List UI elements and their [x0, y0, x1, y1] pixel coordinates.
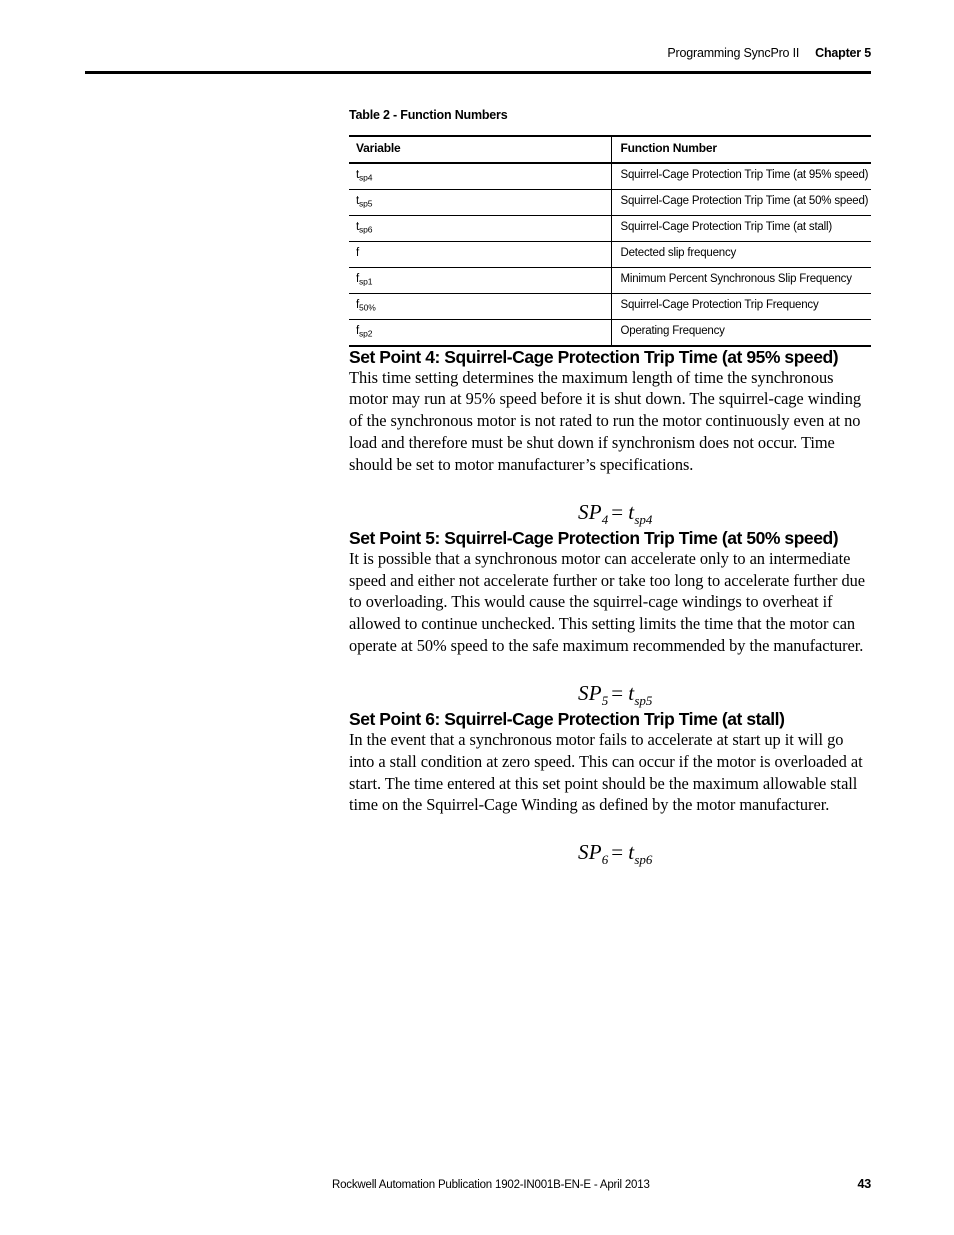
- content-column: Table 2 - Function Numbers Variable Func…: [349, 0, 871, 868]
- section-set-point-4: Set Point 4: Squirrel-Cage Protection Tr…: [349, 347, 871, 528]
- equation-rhs-subscript: sp5: [634, 692, 653, 708]
- equation-lhs: SP: [578, 840, 602, 865]
- equation-set-point-4: SP4 = tsp4: [349, 500, 871, 528]
- cell-variable: f: [349, 241, 611, 268]
- equation-set-point-5: SP5 = tsp5: [349, 681, 871, 709]
- equation-operator: =: [611, 840, 624, 865]
- equation-lhs-subscript: 5: [601, 692, 609, 708]
- cell-variable: fsp2: [349, 319, 611, 347]
- equation-set-point-6: SP6 = tsp6: [349, 840, 871, 868]
- equation-rhs-subscript: sp4: [634, 511, 653, 527]
- table-row: tsp4 Squirrel-Cage Protection Trip Time (…: [349, 162, 871, 190]
- footer-publication-text: Rockwell Automation Publication 1902-IN0…: [332, 1179, 650, 1191]
- equation-lhs-subscript: 6: [601, 852, 609, 868]
- table-header-row: Variable Function Number: [349, 134, 871, 164]
- cell-function-number: Operating Frequency: [610, 319, 871, 347]
- section-heading: Set Point 4: Squirrel-Cage Protection Tr…: [349, 346, 839, 367]
- table-body: tsp4 Squirrel-Cage Protection Trip Time (…: [349, 162, 871, 347]
- equation-lhs-subscript: 4: [601, 511, 609, 527]
- variable-subscript: sp2: [359, 328, 373, 339]
- document-page: Programming SyncPro II Chapter 5 Table 2 …: [0, 0, 954, 1235]
- variable-subscript: sp1: [359, 276, 373, 287]
- table-row: fsp1 Minimum Percent Synchronous Slip Fre…: [349, 267, 871, 294]
- variable-symbol: tsp4: [356, 168, 373, 183]
- column-header-function-number: Function Number: [610, 134, 871, 164]
- variable-symbol: fsp2: [356, 324, 373, 339]
- function-numbers-table: Variable Function Number tsp4 Squirrel-Ca…: [349, 134, 871, 347]
- variable-subscript: 50%: [359, 302, 376, 313]
- table-row: tsp6 Squirrel-Cage Protection Trip Time (…: [349, 215, 871, 242]
- cell-function-number: Minimum Percent Synchronous Slip Frequen…: [610, 267, 871, 294]
- section-body-text: In the event that a synchronous motor fa…: [349, 729, 863, 815]
- variable-symbol: tsp6: [356, 220, 373, 235]
- cell-variable: fsp1: [349, 267, 611, 294]
- table-row: tsp5 Squirrel-Cage Protection Trip Time (…: [349, 189, 871, 216]
- equation-rhs-subscript: sp6: [634, 852, 653, 868]
- section-heading: Set Point 5: Squirrel-Cage Protection Tr…: [349, 527, 839, 548]
- footer-page-number: 43: [857, 1177, 871, 1191]
- cell-variable: f50%: [349, 293, 611, 320]
- cell-function-number: Squirrel-Cage Protection Trip Time (at s…: [610, 215, 871, 242]
- table-row: fsp2 Operating Frequency: [349, 319, 871, 347]
- variable-symbol: tsp5: [356, 194, 373, 209]
- cell-variable: tsp5: [349, 189, 611, 216]
- cell-variable: tsp4: [349, 162, 611, 190]
- cell-variable: tsp6: [349, 215, 611, 242]
- cell-function-number: Squirrel-Cage Protection Trip Time (at 9…: [610, 162, 871, 190]
- column-header-variable: Variable: [349, 134, 611, 164]
- section-heading: Set Point 6: Squirrel-Cage Protection Tr…: [349, 708, 785, 729]
- table-row: f Detected slip frequency: [349, 241, 871, 268]
- cell-function-number: Squirrel-Cage Protection Trip Frequency: [610, 293, 871, 320]
- variable-symbol: fsp1: [356, 272, 373, 287]
- section-body-text: It is possible that a synchronous motor …: [349, 548, 866, 656]
- table-caption: Table 2 - Function Numbers: [349, 108, 508, 122]
- variable-symbol: f: [356, 246, 359, 259]
- table-row: f50% Squirrel-Cage Protection Trip Freque…: [349, 293, 871, 320]
- equation-lhs: SP: [578, 680, 602, 705]
- equation-lhs: SP: [578, 499, 602, 524]
- section-set-point-5: Set Point 5: Squirrel-Cage Protection Tr…: [349, 528, 871, 709]
- cell-function-number: Detected slip frequency: [610, 241, 871, 268]
- cell-function-number: Squirrel-Cage Protection Trip Time (at 5…: [610, 189, 871, 216]
- equation-operator: =: [611, 499, 624, 524]
- variable-symbol: f50%: [356, 298, 376, 313]
- page-footer: Rockwell Automation Publication 1902-IN0…: [332, 1177, 871, 1191]
- variable-subscript: sp5: [359, 198, 373, 209]
- section-body-text: This time setting determines the maximum…: [349, 367, 862, 474]
- variable-subscript: sp6: [359, 224, 373, 235]
- equation-operator: =: [611, 680, 624, 705]
- section-set-point-6: Set Point 6: Squirrel-Cage Protection Tr…: [349, 709, 871, 868]
- variable-subscript: sp4: [359, 172, 373, 183]
